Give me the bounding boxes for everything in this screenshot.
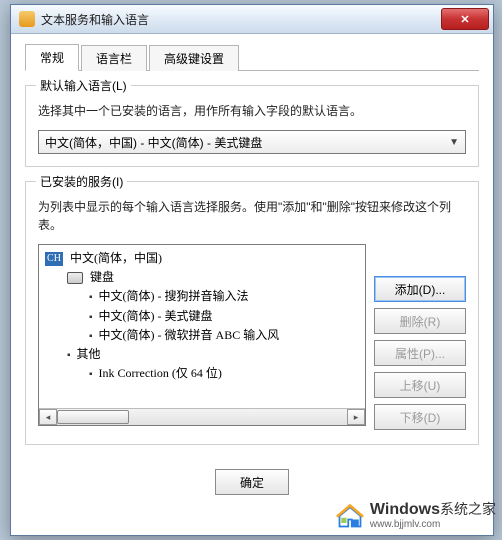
services-desc: 为列表中显示的每个输入语言选择服务。使用"添加"和"删除"按钮来修改这个列表。 [38, 198, 466, 234]
keyboard-label: 键盘 [90, 270, 114, 284]
scroll-track[interactable] [57, 410, 347, 424]
button-label: 添加(D)... [395, 281, 446, 298]
default-language-combo[interactable]: 中文(简体，中国) - 中文(简体) - 美式键盘 ▼ [38, 130, 466, 154]
button-label: 删除(R) [400, 313, 441, 330]
group-installed-services: 已安装的服务(I) 为列表中显示的每个输入语言选择服务。使用"添加"和"删除"按… [25, 181, 479, 445]
tree-keyboard-category[interactable]: 键盘 [45, 268, 359, 287]
screenshot-root: 文本服务和输入语言 ✕ 常规 语言栏 高级键设置 默认输入语言(L) 选择其中一… [0, 0, 502, 540]
watermark-url: www.bjjmlv.com [370, 520, 496, 530]
watermark-brand: Windows [370, 501, 440, 518]
tab-language-bar[interactable]: 语言栏 [81, 45, 147, 71]
tree-ime-item[interactable]: 中文(简体) - 搜狗拼音输入法 [45, 287, 359, 306]
tree-other-item[interactable]: Ink Correction (仅 64 位) [45, 364, 359, 383]
group-default-language: 默认输入语言(L) 选择其中一个已安装的语言，用作所有输入字段的默认语言。 中文… [25, 85, 479, 167]
tree-ime-item[interactable]: 中文(简体) - 美式键盘 [45, 307, 359, 326]
tree-language-node[interactable]: CH 中文(简体，中国) [45, 249, 359, 268]
tree-other-category[interactable]: 其他 [45, 345, 359, 364]
button-label: 下移(D) [400, 409, 441, 426]
app-icon [19, 11, 35, 27]
remove-button[interactable]: 删除(R) [374, 308, 466, 334]
chevron-down-icon: ▼ [449, 137, 459, 148]
watermark: Windows系统之家 www.bjjmlv.com [336, 502, 496, 530]
properties-button[interactable]: 属性(P)... [374, 340, 466, 366]
combo-value: 中文(简体，中国) - 中文(简体) - 美式键盘 [45, 134, 262, 151]
move-down-button[interactable]: 下移(D) [374, 404, 466, 430]
scroll-thumb[interactable] [57, 410, 129, 424]
services-tree[interactable]: CH 中文(简体，中国) 键盘 中文(简体) - 搜狗拼音输入法 中文(简体) … [38, 244, 366, 426]
ok-button[interactable]: 确定 [215, 469, 289, 495]
add-button[interactable]: 添加(D)... [374, 276, 466, 302]
tab-advanced-keys[interactable]: 高级键设置 [149, 45, 239, 71]
keyboard-icon [67, 272, 83, 284]
watermark-sub: 系统之家 [440, 501, 496, 517]
services-row: CH 中文(简体，中国) 键盘 中文(简体) - 搜狗拼音输入法 中文(简体) … [38, 244, 466, 430]
default-language-desc: 选择其中一个已安装的语言，用作所有输入字段的默认语言。 [38, 102, 466, 120]
tab-general[interactable]: 常规 [25, 44, 79, 71]
house-icon [336, 502, 364, 530]
language-badge-icon: CH [45, 252, 63, 266]
scroll-right-button[interactable]: ▸ [347, 409, 365, 425]
language-name: 中文(简体，中国) [70, 251, 162, 265]
button-label: 确定 [240, 474, 264, 491]
dialog-footer: 确定 [25, 459, 479, 495]
tab-label: 高级键设置 [164, 52, 224, 66]
ime-label: 中文(简体) - 微软拼音 ABC 输入风 [99, 328, 280, 342]
other-item-label: Ink Correction (仅 64 位) [99, 366, 222, 380]
tree-ime-item[interactable]: 中文(简体) - 微软拼音 ABC 输入风 [45, 326, 359, 345]
close-icon: ✕ [460, 13, 469, 26]
ime-label: 中文(简体) - 美式键盘 [99, 309, 213, 323]
dialog-window: 文本服务和输入语言 ✕ 常规 语言栏 高级键设置 默认输入语言(L) 选择其中一… [10, 4, 494, 536]
move-up-button[interactable]: 上移(U) [374, 372, 466, 398]
titlebar: 文本服务和输入语言 ✕ [11, 5, 493, 34]
group-legend: 已安装的服务(I) [36, 173, 127, 190]
tree-inner: CH 中文(简体，中国) 键盘 中文(简体) - 搜狗拼音输入法 中文(简体) … [39, 245, 365, 387]
other-label: 其他 [77, 347, 101, 361]
dialog-body: 常规 语言栏 高级键设置 默认输入语言(L) 选择其中一个已安装的语言，用作所有… [11, 34, 493, 505]
service-buttons-column: 添加(D)... 删除(R) 属性(P)... 上移(U) 下移(D) [374, 276, 466, 430]
close-button[interactable]: ✕ [441, 8, 489, 30]
watermark-text: Windows系统之家 www.bjjmlv.com [370, 502, 496, 530]
tab-bar: 常规 语言栏 高级键设置 [25, 46, 479, 71]
scroll-left-button[interactable]: ◂ [39, 409, 57, 425]
button-label: 上移(U) [400, 377, 441, 394]
tab-label: 语言栏 [96, 52, 132, 66]
tab-label: 常规 [40, 51, 64, 65]
button-label: 属性(P)... [395, 345, 445, 362]
ime-label: 中文(简体) - 搜狗拼音输入法 [99, 289, 249, 303]
horizontal-scrollbar[interactable]: ◂ ▸ [39, 408, 365, 425]
window-title: 文本服务和输入语言 [41, 11, 441, 28]
group-legend: 默认输入语言(L) [36, 77, 131, 94]
